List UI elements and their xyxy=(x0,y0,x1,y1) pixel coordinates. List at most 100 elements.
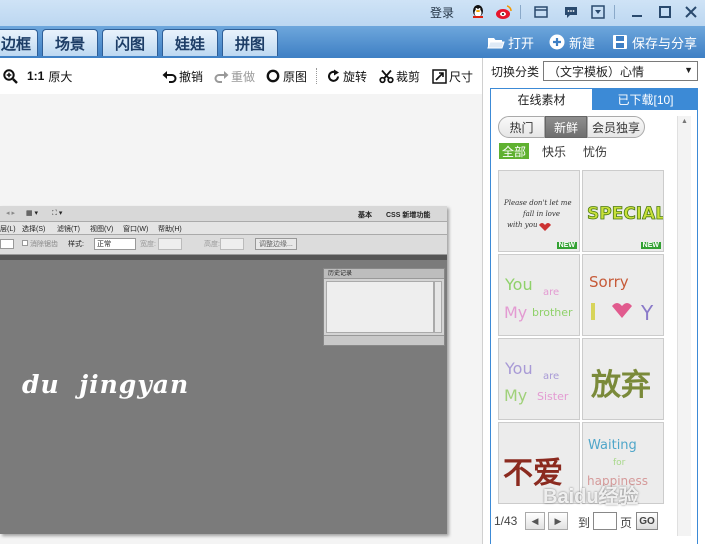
page-number-input[interactable] xyxy=(593,512,617,530)
ps-menu-item: 层(L) xyxy=(0,226,16,233)
skin-icon[interactable] xyxy=(532,3,550,21)
thumbnail-image: 放弃 xyxy=(590,368,651,403)
rotate-button[interactable]: 旋转 xyxy=(325,68,367,84)
ps-history-list xyxy=(326,281,434,333)
tab-border[interactable]: 边框 xyxy=(0,29,38,56)
segment-vip[interactable]: 会员独享 xyxy=(587,116,645,138)
undo-button[interactable]: 撤销 xyxy=(161,68,203,84)
save-share-button[interactable]: 保存与分享 xyxy=(611,31,697,53)
title-bar: 登录 xyxy=(0,0,705,26)
category-select[interactable]: （文字模板）心情 ▼ xyxy=(543,61,698,81)
ps-style-label: 样式: xyxy=(68,241,84,248)
thumbnail-grid: Please don't let me fall in love with yo… xyxy=(498,170,666,506)
thumbnail-item[interactable]: Sorry Y xyxy=(582,254,664,336)
svg-text:Sorry: Sorry xyxy=(589,273,629,291)
material-panel: 切换分类 （文字模板）心情 ▼ 在线素材 已下载[10] 热门 新鲜 会员独享 … xyxy=(482,58,705,544)
filter-sad[interactable]: 忧伤 xyxy=(580,143,610,159)
svg-text:Please don't let me: Please don't let me xyxy=(503,199,572,207)
undo-icon xyxy=(161,68,177,84)
tab-collage[interactable]: 拼图 xyxy=(222,29,278,56)
thumbnail-item[interactable]: SPECIAL NEW xyxy=(582,170,664,252)
segment-hot[interactable]: 热门 xyxy=(498,116,545,138)
qq-penguin-icon[interactable] xyxy=(469,3,487,21)
material-panel-body: 热门 新鲜 会员独享 全部 快乐 忧伤 Please don't let me … xyxy=(490,110,698,544)
open-button[interactable]: 打开 xyxy=(487,31,534,53)
original-image-button[interactable]: 原图 xyxy=(265,68,307,84)
svg-text:Y: Y xyxy=(640,301,654,325)
circle-icon xyxy=(265,68,281,84)
ps-menu-item: 帮助(H) xyxy=(158,226,182,233)
weibo-icon[interactable] xyxy=(495,3,513,21)
close-icon[interactable] xyxy=(680,2,702,22)
original-image-label: 原图 xyxy=(283,69,308,84)
minimize-icon[interactable] xyxy=(626,2,648,22)
scissors-icon xyxy=(378,68,394,84)
ps-antialias-label: 消除锯齿 xyxy=(30,241,58,248)
ps-top-item: 基本 xyxy=(358,212,372,219)
ps-height-label: 高度: xyxy=(204,241,220,248)
filter-happy[interactable]: 快乐 xyxy=(539,143,569,159)
tab-flash[interactable]: 闪图 xyxy=(102,29,158,56)
pager: 1/43 ◀ ▶ 到 页 GO xyxy=(491,510,691,532)
menu-dropdown-icon[interactable] xyxy=(589,3,607,21)
thumbnail-image: Sorry Y xyxy=(589,273,654,325)
ps-layout-icon: ▦ ▾ xyxy=(26,210,39,217)
thumbnail-item[interactable]: 放弃 xyxy=(582,338,664,420)
prev-page-button[interactable]: ◀ xyxy=(525,512,545,530)
scroll-up-icon[interactable]: ▲ xyxy=(681,118,688,125)
editing-canvas[interactable]: ◂ ▸ ▦ ▾ ⛶ ▾ 基本 CSS 新增功能 层(L) 选择(S) 滤镜(T)… xyxy=(0,94,482,544)
save-share-label: 保存与分享 xyxy=(632,35,698,51)
ps-menu-item: 选择(S) xyxy=(22,226,46,233)
edited-photo[interactable]: ◂ ▸ ▦ ▾ ⛶ ▾ 基本 CSS 新增功能 层(L) 选择(S) 滤镜(T)… xyxy=(0,206,447,534)
zoom-in-button[interactable] xyxy=(2,68,20,84)
svg-text:brother: brother xyxy=(532,306,573,319)
login-link[interactable]: 登录 xyxy=(430,4,454,21)
panel-scrollbar[interactable]: ▲ xyxy=(677,116,691,536)
svg-text:with you: with you xyxy=(507,221,538,229)
crop-button[interactable]: 裁剪 xyxy=(378,68,420,84)
ps-width-label: 宽度: xyxy=(140,241,156,248)
thumbnail-image: Please don't let me fall in love with yo… xyxy=(503,199,572,231)
svg-text:放弃: 放弃 xyxy=(590,368,651,403)
size-button[interactable]: 尺寸 xyxy=(431,68,473,84)
segment-fresh[interactable]: 新鲜 xyxy=(545,116,587,138)
thumbnail-item[interactable]: You are My Sister xyxy=(498,338,580,420)
svg-text:Sister: Sister xyxy=(537,390,569,403)
svg-text:My: My xyxy=(504,386,527,405)
tab-online-material[interactable]: 在线素材 xyxy=(490,88,593,110)
tab-downloaded[interactable]: 已下载[10] xyxy=(593,88,698,110)
svg-text:fall in love: fall in love xyxy=(522,210,560,218)
save-disk-icon xyxy=(611,33,629,51)
page-info: 1/43 xyxy=(494,514,518,528)
title-separator xyxy=(614,5,615,19)
ps-options-bar: 消除锯齿 样式: 正常 宽度: 高度: 调整边缘... xyxy=(0,235,447,255)
ps-history-scrollbar xyxy=(434,281,442,333)
category-label: 切换分类 xyxy=(491,65,540,79)
main-tab-bar: 边框 场景 闪图 娃娃 拼图 打开 新建 保存与分享 xyxy=(0,26,705,58)
new-button[interactable]: 新建 xyxy=(548,31,595,53)
original-size-button[interactable]: 1:1 原大 xyxy=(27,68,72,84)
redo-button[interactable]: 重做 xyxy=(213,68,255,84)
zoom-in-icon xyxy=(2,68,18,84)
thumbnail-item[interactable]: Please don't let me fall in love with yo… xyxy=(498,170,580,252)
filter-all[interactable]: 全部 xyxy=(499,143,530,159)
message-icon[interactable] xyxy=(562,3,580,21)
ps-menu-bar: 层(L) 选择(S) 滤镜(T) 视图(V) 窗口(W) 帮助(H) xyxy=(0,222,447,235)
tab-doll[interactable]: 娃娃 xyxy=(162,29,218,56)
svg-text:SPECIAL: SPECIAL xyxy=(587,204,664,224)
thumbnail-item[interactable]: You are My brother xyxy=(498,254,580,336)
go-button[interactable]: GO xyxy=(636,512,658,530)
maximize-icon[interactable] xyxy=(654,2,676,22)
chevron-down-icon: ▼ xyxy=(684,65,693,75)
ps-style-select: 正常 xyxy=(94,238,136,250)
next-page-button[interactable]: ▶ xyxy=(548,512,568,530)
svg-text:My: My xyxy=(504,303,527,322)
page-label: 页 xyxy=(620,516,633,530)
baidu-watermark: Baidu经验 xyxy=(543,486,639,508)
ps-menu-item: 窗口(W) xyxy=(123,226,149,233)
ps-menu-item: 滤镜(T) xyxy=(57,226,80,233)
svg-text:Waiting: Waiting xyxy=(588,438,637,453)
redo-label: 重做 xyxy=(231,69,256,84)
svg-text:are: are xyxy=(543,371,559,382)
tab-scene[interactable]: 场景 xyxy=(42,29,98,56)
